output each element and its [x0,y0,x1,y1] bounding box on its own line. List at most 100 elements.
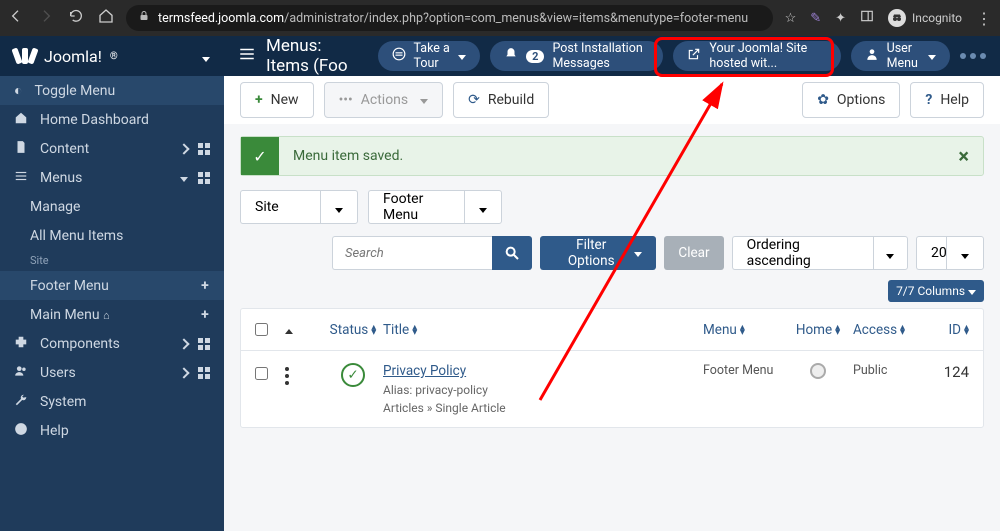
question-icon: ? [925,92,932,108]
info-icon [14,422,28,440]
sidebar-separator: Site [0,250,224,271]
page-title: Menus: Items (Foo [266,36,362,76]
toggle-menu-button[interactable]: ◐ Toggle Menu [0,76,224,105]
item-alias: Alias: privacy-policy [383,383,703,397]
search-input[interactable] [332,236,492,270]
column-status[interactable]: Status▴▾ [323,322,383,338]
column-menu[interactable]: Menu▴▾ [703,322,783,338]
plus-icon[interactable]: + [196,306,214,324]
home-nav-icon[interactable] [98,8,114,28]
sliders-icon [392,47,406,65]
limit-selector[interactable]: 20 [916,236,984,270]
sidebar-item-users[interactable]: Users [0,358,224,387]
sidebar-sub-manage[interactable]: Manage [0,192,224,221]
sidebar-sub-footer-menu[interactable]: Footer Menu + [0,271,224,300]
ordering-selector[interactable]: Ordering ascending [732,236,908,270]
sidebar-item-system[interactable]: System [0,387,224,416]
chevron-down-icon [202,47,210,66]
sidebar-item-components[interactable]: Components [0,329,224,358]
user-icon [865,47,879,65]
users-icon [14,364,28,382]
grid-icon[interactable] [198,172,210,184]
chevron-down-icon [928,49,936,64]
column-id[interactable]: ID▴▾ [929,322,969,338]
column-access[interactable]: Access▴▾ [853,322,929,338]
table-row: ✓ Privacy Policy Alias: privacy-policy A… [241,351,983,427]
sidebar-item-home[interactable]: Home Dashboard [0,105,224,134]
chevron-down-icon [479,198,487,217]
select-all-checkbox[interactable] [255,323,268,336]
site-selector[interactable]: Site [240,190,358,224]
toolbar: + New ••• Actions ⟳ Rebuild ✿ Options ? … [224,76,1000,124]
puzzle-icon [14,335,28,353]
alert-close-button[interactable]: × [944,144,983,168]
help-button[interactable]: ? Help [910,82,984,118]
star-icon[interactable]: ☆ [785,11,797,26]
rebuild-button[interactable]: ⟳ Rebuild [453,82,549,118]
chevron-down-icon [886,244,894,263]
column-title[interactable]: Title▴▾ [383,322,703,338]
grid-icon[interactable] [198,367,210,379]
feather-icon[interactable]: ✎ [810,11,821,26]
grid-icon[interactable] [198,338,210,350]
brand[interactable]: Joomla! ® [0,36,224,76]
sort-icon: ▴▾ [740,325,745,335]
sidebar: Joomla! ® ◐ Toggle Menu Home Dashboard C… [0,36,224,531]
item-menu: Footer Menu [703,363,783,378]
home-toggle[interactable] [810,363,826,379]
item-access: Public [853,363,929,378]
chevron-down-icon [968,284,976,298]
lock-icon [138,10,150,26]
sidebar-item-content[interactable]: Content [0,134,224,163]
column-home[interactable]: Home▴▾ [783,322,853,338]
refresh-icon: ⟳ [468,92,480,108]
plus-icon[interactable]: + [196,277,214,295]
published-icon[interactable]: ✓ [341,363,365,387]
reload-icon[interactable] [68,8,84,28]
sidebar-item-help[interactable]: Help [0,416,224,445]
item-title-link[interactable]: Privacy Policy [383,363,703,379]
grid-icon[interactable] [198,143,210,155]
more-menu-button[interactable] [960,53,986,59]
sort-icon: ▴▾ [835,325,840,335]
chevron-down-icon [634,245,642,261]
sidebar-sub-all-items[interactable]: All Menu Items [0,221,224,250]
caret-up-icon [285,322,293,338]
new-button[interactable]: + New [240,82,314,118]
user-menu-button[interactable]: User Menu [851,41,950,71]
url-path: /administrator/index.php?option=com_menu… [284,11,748,26]
forward-icon [38,8,54,28]
address-bar[interactable]: termsfeed.joomla.com/administrator/index… [126,5,773,31]
notifications-button[interactable]: 2 Post Installation Messages [490,41,663,71]
list-icon [238,45,256,68]
extensions-icon[interactable]: ✦ [835,11,846,26]
search-button[interactable] [492,236,532,270]
menu-type-selector[interactable]: Footer Menu [368,190,502,224]
sort-icon: ▴▾ [371,325,376,335]
chevron-right-icon [180,365,188,381]
sidebar-sub-main-menu[interactable]: Main Menu ⌂ + [0,300,224,329]
chevron-down-icon [458,49,466,64]
clear-button[interactable]: Clear [664,236,723,270]
options-button[interactable]: ✿ Options [802,82,900,118]
chevron-down-icon [180,170,188,186]
incognito-badge[interactable]: Incognito [888,9,962,27]
panel-icon[interactable] [860,9,874,27]
site-link-button[interactable]: Your Joomla! Site hosted wit... [673,41,840,71]
bell-icon [504,47,518,65]
sort-icon: ▴▾ [900,325,905,335]
back-icon[interactable] [8,8,24,28]
filter-options-button[interactable]: Filter Options [540,236,656,270]
chevron-right-icon [180,141,188,157]
list-icon [14,169,28,187]
row-checkbox[interactable] [255,367,268,380]
column-order[interactable] [285,322,323,338]
home-icon [14,111,28,129]
take-tour-button[interactable]: Take a Tour [378,41,481,71]
item-id: 124 [929,363,969,381]
browser-menu-icon[interactable]: ⋮ [976,9,992,28]
gear-icon: ✿ [817,92,829,108]
drag-handle[interactable] [285,367,323,385]
sidebar-item-menus[interactable]: Menus [0,163,224,192]
columns-button[interactable]: 7/7 Columns [888,280,984,302]
